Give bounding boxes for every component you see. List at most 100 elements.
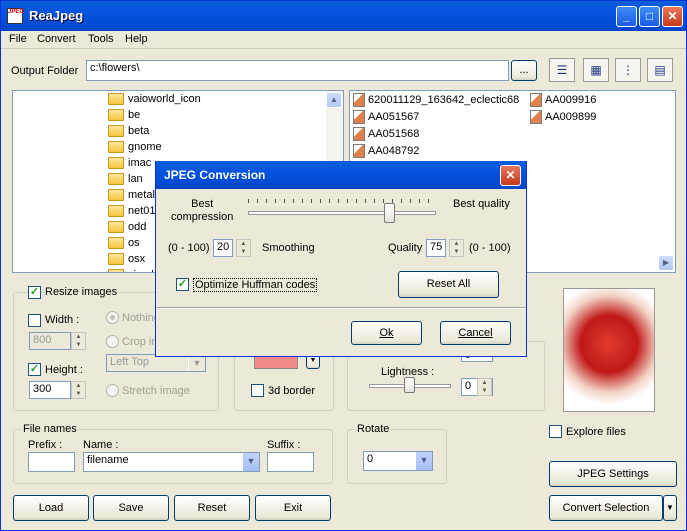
- tree-folder[interactable]: imac: [108, 157, 151, 173]
- smoothing-label: Smoothing: [262, 242, 315, 254]
- jpeg-conversion-dialog: JPEG Conversion ✕ Best compression Best …: [155, 161, 527, 357]
- rotate-title: Rotate: [355, 423, 392, 435]
- suffix-input[interactable]: [267, 452, 314, 472]
- folder-icon: [108, 109, 124, 122]
- prefix-label: Prefix :: [28, 439, 63, 451]
- quality-input[interactable]: 75: [426, 239, 446, 257]
- view-list-icon[interactable]: ▦: [583, 58, 609, 82]
- slider-ticks-top: [248, 199, 436, 203]
- tree-folder[interactable]: beta: [108, 125, 149, 141]
- nothing-radio[interactable]: [106, 311, 119, 324]
- file-item[interactable]: 620011129_163642_eclectic68: [353, 93, 519, 107]
- jpeg-file-icon: [530, 110, 542, 124]
- optimize-huffman-checkbox[interactable]: ✓: [176, 278, 189, 291]
- width-input[interactable]: 800: [29, 332, 71, 350]
- jpeg-settings-button[interactable]: JPEG Settings: [549, 461, 677, 487]
- tree-folder[interactable]: lan: [108, 173, 143, 189]
- rotate-select[interactable]: 0 ▼: [363, 451, 433, 471]
- view-small-icons-icon[interactable]: ⋮: [615, 58, 641, 82]
- menu-file[interactable]: File: [9, 33, 27, 45]
- crop-label: Crop in: [122, 336, 158, 348]
- 3d-border-checkbox[interactable]: [251, 384, 264, 397]
- folder-icon: [108, 157, 124, 170]
- load-button[interactable]: Load: [13, 495, 89, 521]
- title-bar[interactable]: JPEG ReaJpeg _ □ ✕: [1, 1, 686, 31]
- suffix-label: Suffix :: [267, 439, 301, 451]
- quality-label: Quality: [388, 242, 423, 254]
- tree-folder[interactable]: osx: [108, 253, 145, 269]
- folder-icon: [108, 189, 124, 202]
- view-details-icon[interactable]: ☰: [549, 58, 575, 82]
- file-item[interactable]: AA051568: [353, 127, 419, 141]
- ok-button[interactable]: Ok: [351, 321, 422, 345]
- app-icon: JPEG: [7, 8, 24, 24]
- smoothing-spinner[interactable]: ▲ ▼: [236, 239, 251, 257]
- chevron-down-icon: ▼: [242, 453, 259, 471]
- minimize-button[interactable]: _: [616, 6, 637, 27]
- browse-button[interactable]: ...: [511, 60, 537, 81]
- quality-slider-track[interactable]: [248, 211, 436, 215]
- file-item[interactable]: AA009916: [530, 93, 596, 107]
- width-checkbox[interactable]: [28, 314, 41, 327]
- chevron-down-icon: ▼: [188, 355, 205, 371]
- file-item[interactable]: AA048792: [353, 144, 419, 158]
- main-window: JPEG ReaJpeg _ □ ✕ File Convert Tools He…: [0, 0, 687, 531]
- exit-button[interactable]: Exit: [255, 495, 331, 521]
- tree-folder[interactable]: metal: [108, 189, 155, 205]
- jpeg-file-icon: [530, 93, 542, 107]
- quality-range-label: (0 - 100): [469, 242, 511, 254]
- explore-files-checkbox[interactable]: [549, 425, 562, 438]
- dialog-title: JPEG Conversion: [164, 168, 266, 182]
- menu-tools[interactable]: Tools: [88, 33, 114, 45]
- file-item[interactable]: AA009899: [530, 110, 596, 124]
- height-label: Height :: [45, 364, 83, 376]
- lightness-slider-thumb[interactable]: [404, 377, 415, 393]
- best-compression-label: Best compression: [171, 198, 234, 223]
- dialog-title-bar[interactable]: JPEG Conversion ✕: [156, 161, 526, 189]
- lightness-spinner[interactable]: ▲ ▼: [477, 378, 492, 396]
- close-button[interactable]: ✕: [662, 6, 683, 27]
- crop-radio[interactable]: [106, 335, 119, 348]
- tree-folder[interactable]: odd: [108, 221, 146, 237]
- folder-icon: [108, 141, 124, 154]
- tree-folder[interactable]: gnome: [108, 141, 162, 157]
- tree-folder[interactable]: simple: [108, 269, 160, 272]
- tree-folder[interactable]: net01: [108, 205, 156, 221]
- folder-icon: [108, 173, 124, 186]
- convert-selection-button[interactable]: Convert Selection: [549, 495, 663, 521]
- reset-all-button[interactable]: Reset All: [398, 271, 499, 298]
- convert-dropdown-icon[interactable]: ▼: [663, 495, 677, 521]
- reset-button[interactable]: Reset: [174, 495, 250, 521]
- view-large-icons-icon[interactable]: ▤: [647, 58, 673, 82]
- cancel-button[interactable]: Cancel: [440, 321, 511, 345]
- maximize-button[interactable]: □: [639, 6, 660, 27]
- prefix-input[interactable]: [28, 452, 75, 472]
- quality-slider-thumb[interactable]: [384, 203, 395, 223]
- output-folder-input[interactable]: c:\flowers\: [86, 60, 509, 81]
- name-select[interactable]: filename ▼: [83, 452, 260, 472]
- tree-folder[interactable]: os: [108, 237, 140, 253]
- scroll-right-icon[interactable]: ▶: [658, 255, 674, 271]
- menu-help[interactable]: Help: [125, 33, 148, 45]
- resize-images-checkbox[interactable]: ✓: [28, 286, 41, 299]
- height-checkbox[interactable]: ✓: [28, 363, 41, 376]
- scroll-up-icon[interactable]: ▲: [326, 92, 342, 108]
- jpeg-file-icon: [353, 93, 365, 107]
- save-button[interactable]: Save: [93, 495, 169, 521]
- smoothing-range-label: (0 - 100): [168, 242, 210, 254]
- file-item[interactable]: AA051567: [353, 110, 419, 124]
- stretch-radio[interactable]: [106, 384, 119, 397]
- tree-folder[interactable]: vaioworld_icon: [108, 93, 201, 109]
- tree-folder[interactable]: be: [108, 109, 140, 125]
- folder-icon: [108, 93, 124, 106]
- smoothing-input[interactable]: 20: [213, 239, 233, 257]
- height-input[interactable]: 300: [29, 381, 71, 399]
- menu-convert[interactable]: Convert: [37, 33, 76, 45]
- height-spinner[interactable]: ▲ ▼: [71, 381, 86, 399]
- width-label: Width :: [45, 314, 80, 326]
- quality-spinner[interactable]: ▲ ▼: [449, 239, 464, 257]
- jpeg-file-icon: [353, 144, 365, 158]
- optimize-huffman-label: Optimize Huffman codes: [193, 278, 318, 292]
- width-spinner[interactable]: ▲ ▼: [71, 332, 86, 350]
- dialog-close-button[interactable]: ✕: [500, 165, 521, 186]
